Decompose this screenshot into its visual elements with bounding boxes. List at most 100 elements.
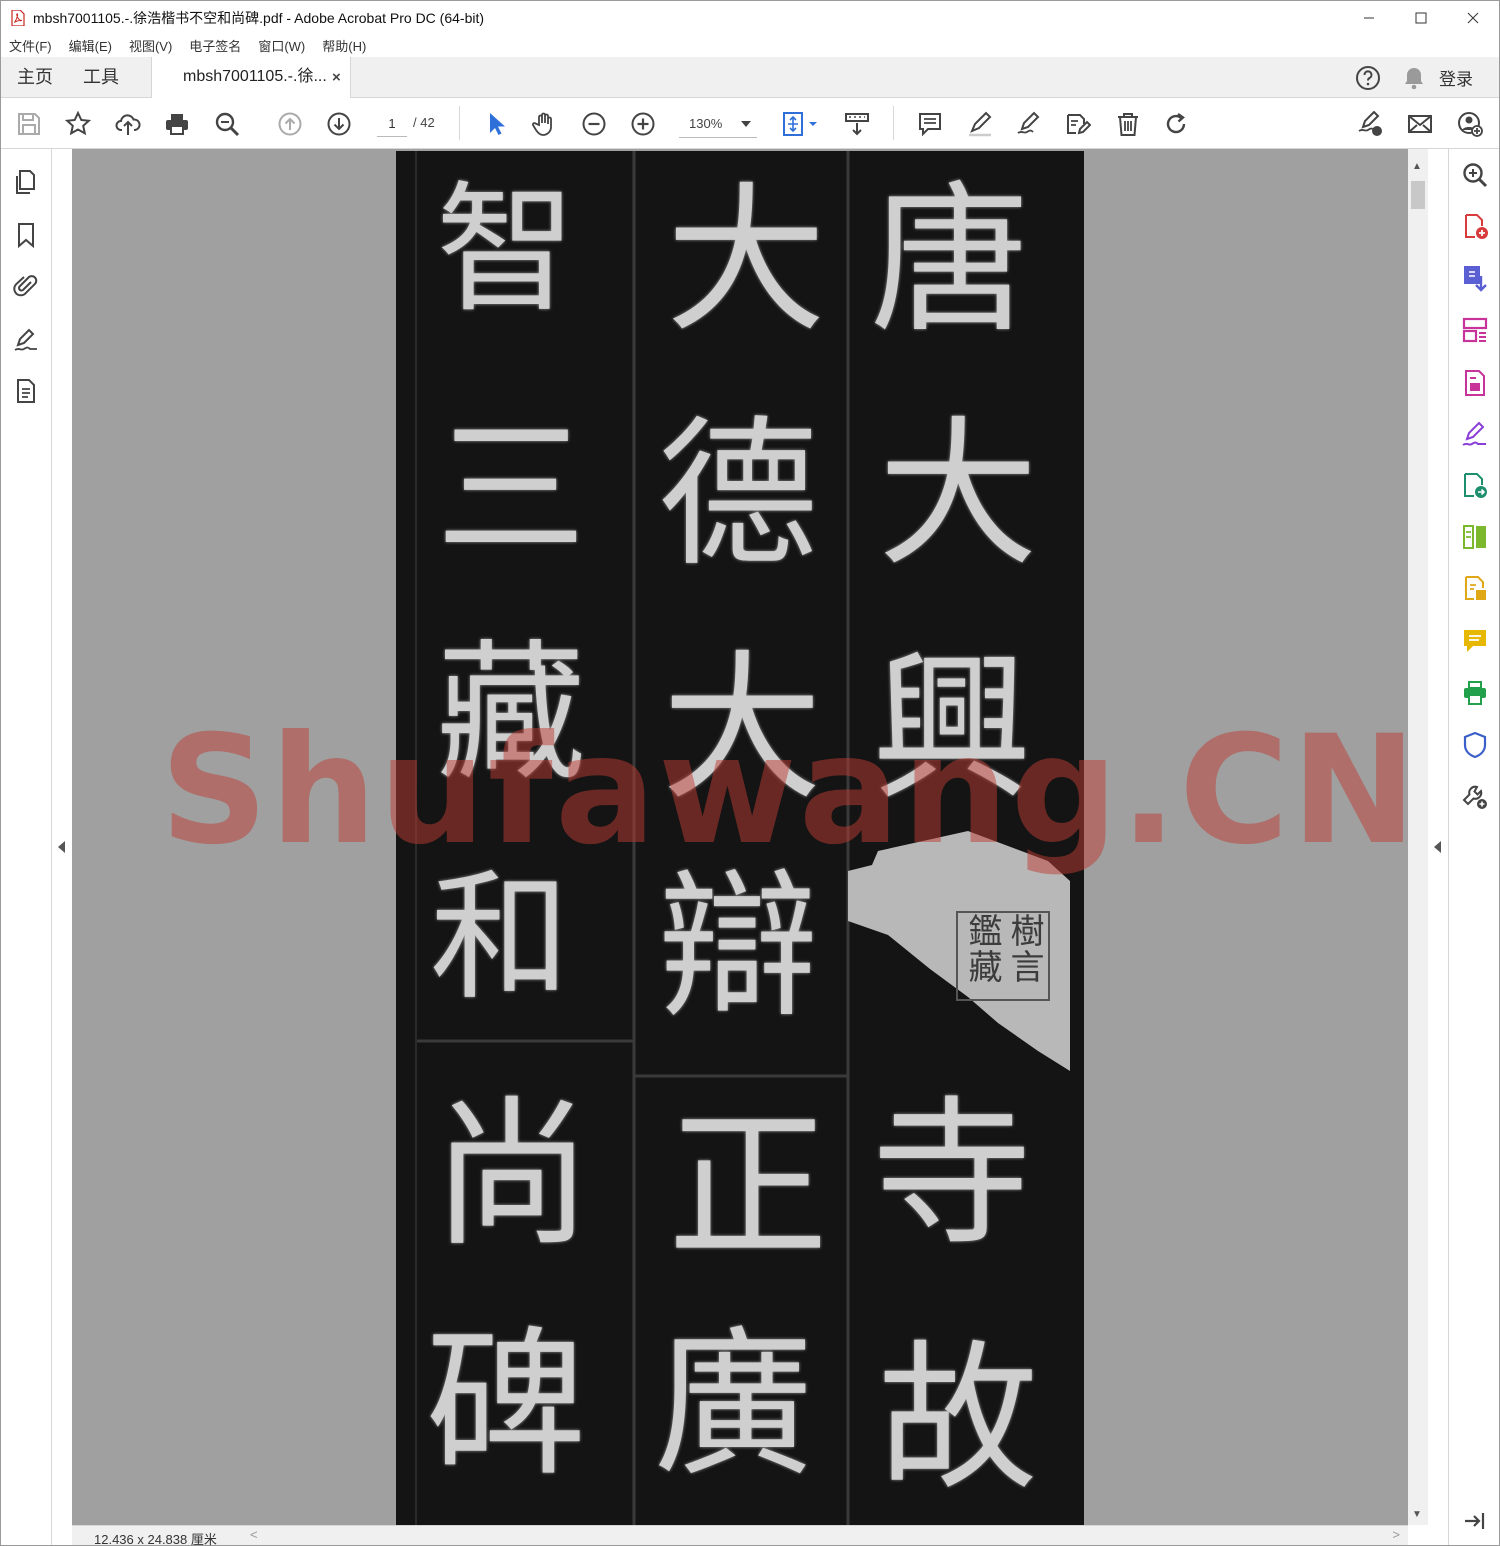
stele-character: 智 <box>436 169 577 332</box>
document-properties-icon[interactable] <box>13 378 39 404</box>
menu-window[interactable]: 窗口(W) <box>258 36 305 55</box>
menu-bar: 文件(F) 编辑(E) 视图(V) 电子签名 窗口(W) 帮助(H) <box>1 34 1499 57</box>
login-button[interactable]: 登录 <box>1439 65 1473 90</box>
email-button[interactable] <box>1406 110 1434 138</box>
menu-view[interactable]: 视图(V) <box>129 36 172 55</box>
stele-character: 尚 <box>432 1081 593 1268</box>
signature-request-icon <box>1358 111 1382 136</box>
rotate-clockwise-icon <box>1166 113 1186 134</box>
close-icon <box>1467 12 1479 23</box>
stele-character: 寺 <box>872 1081 1033 1268</box>
comment-tool-icon[interactable] <box>1461 627 1489 655</box>
scrollbar-thumb[interactable] <box>1411 181 1425 209</box>
bookmark-star-button[interactable] <box>64 110 92 138</box>
fit-page-icon <box>783 112 817 136</box>
chevron-left-icon <box>1434 841 1441 853</box>
page-thumbnails-icon[interactable] <box>13 169 39 195</box>
status-bar: 12.436 x 24.838 厘米 < > <box>72 1525 1408 1546</box>
print-production-icon[interactable] <box>1461 679 1489 707</box>
document-tab-label: mbsh7001105.-.徐... <box>183 68 327 85</box>
create-pdf-icon[interactable] <box>1461 213 1489 241</box>
stele-character: 碑 <box>426 1311 587 1498</box>
stele-character: 廣 <box>654 1311 815 1498</box>
comment-button[interactable] <box>916 110 944 138</box>
zoom-tool-icon[interactable] <box>1461 161 1489 189</box>
vertical-scrollbar[interactable]: ▲ ▼ <box>1408 149 1428 1525</box>
combine-files-icon[interactable] <box>1461 575 1489 603</box>
window-title: mbsh7001105.-.徐浩楷书不空和尚碑.pdf - Adobe Acro… <box>33 9 485 26</box>
arrow-up-circle-icon <box>278 112 302 136</box>
page-number-input[interactable] <box>377 111 407 137</box>
highlight-button[interactable] <box>966 110 994 138</box>
delete-button[interactable] <box>1114 110 1142 138</box>
select-tool-button[interactable] <box>481 110 509 138</box>
find-button[interactable] <box>213 110 241 138</box>
zoom-in-button[interactable] <box>629 110 657 138</box>
previous-page-button[interactable] <box>276 110 304 138</box>
help-icon[interactable] <box>1355 65 1381 91</box>
maximize-button[interactable] <box>1395 1 1447 34</box>
compare-files-icon[interactable] <box>1461 523 1489 551</box>
rotate-button[interactable] <box>1163 110 1191 138</box>
request-signature-button[interactable] <box>1356 110 1384 138</box>
save-button[interactable] <box>15 110 43 138</box>
menu-edit[interactable]: 编辑(E) <box>69 36 112 55</box>
zoom-search-icon <box>215 112 240 137</box>
send-for-review-icon[interactable] <box>1461 472 1489 500</box>
export-pdf-icon[interactable] <box>1461 264 1489 292</box>
collapse-tools-pane-icon[interactable] <box>1461 1507 1489 1535</box>
scroll-page-icon <box>845 113 869 136</box>
collector-seal: 樹言鑑藏 <box>956 911 1050 1001</box>
fit-page-button[interactable] <box>781 110 821 138</box>
toolbar-separator <box>893 106 894 140</box>
bookmark-icon[interactable] <box>13 222 39 248</box>
right-pane-collapse-handle[interactable] <box>1428 149 1448 1545</box>
left-pane-collapse-handle[interactable] <box>52 149 72 1525</box>
watermark-text: Shufawang.CN <box>160 704 1408 878</box>
edit-pdf-icon[interactable] <box>1461 369 1489 397</box>
organize-pages-icon[interactable] <box>1461 316 1489 344</box>
next-page-button[interactable] <box>325 110 353 138</box>
zoom-out-button[interactable] <box>580 110 608 138</box>
scroll-down-arrow-icon[interactable]: ▼ <box>1412 1509 1422 1520</box>
more-tools-wrench-icon[interactable] <box>1461 783 1489 811</box>
fill-sign-button[interactable] <box>1015 110 1043 138</box>
scroll-left-arrow-icon[interactable]: < <box>250 1527 258 1542</box>
protect-shield-icon[interactable] <box>1461 731 1489 759</box>
menu-esign[interactable]: 电子签名 <box>189 36 241 55</box>
share-user-button[interactable] <box>1456 110 1484 138</box>
close-window-button[interactable] <box>1447 1 1499 34</box>
hand-tool-button[interactable] <box>530 110 558 138</box>
scroll-up-arrow-icon[interactable]: ▲ <box>1412 161 1422 172</box>
fill-and-sign-icon[interactable] <box>1461 421 1489 449</box>
edit-document-icon <box>1067 114 1091 135</box>
scroll-right-arrow-icon[interactable]: > <box>1392 1527 1400 1542</box>
document-viewport[interactable]: 樹言鑑藏 唐 大 興 寺 故 大 德 大 辯 正 廣 智 三 藏 和 尚 碑 S… <box>72 149 1408 1525</box>
comment-icon <box>919 113 941 137</box>
upload-cloud-button[interactable] <box>114 110 142 138</box>
attachment-paperclip-icon[interactable] <box>13 273 39 299</box>
menu-file[interactable]: 文件(F) <box>9 36 52 55</box>
tab-home[interactable]: 主页 <box>17 57 53 98</box>
stele-character: 德 <box>658 401 819 588</box>
tab-tools[interactable]: 工具 <box>83 57 119 98</box>
scroll-mode-button[interactable] <box>843 110 871 138</box>
acrobat-window: mbsh7001105.-.徐浩楷书不空和尚碑.pdf - Adobe Acro… <box>0 0 1500 1546</box>
main-toolbar: / 42 130% <box>1 98 1499 149</box>
page-size-label: 12.436 x 24.838 厘米 <box>94 1532 217 1546</box>
menu-help[interactable]: 帮助(H) <box>322 36 366 55</box>
right-tools-pane <box>1448 149 1499 1545</box>
stele-character: 故 <box>878 1325 1039 1512</box>
tab-document[interactable]: mbsh7001105.-.徐... × <box>151 57 351 98</box>
notification-bell-icon[interactable] <box>1401 65 1427 91</box>
print-button[interactable] <box>163 110 191 138</box>
page-total-label: / 42 <box>413 115 435 130</box>
zoom-level-dropdown[interactable]: 130% <box>679 110 757 138</box>
minimize-button[interactable] <box>1343 1 1395 34</box>
redact-button[interactable] <box>1064 110 1092 138</box>
chevron-down-icon <box>741 121 751 127</box>
chevron-left-icon <box>58 841 65 853</box>
signature-panel-icon[interactable] <box>13 327 39 353</box>
close-tab-button[interactable]: × <box>332 69 341 86</box>
highlighter-pen-icon <box>969 111 992 137</box>
